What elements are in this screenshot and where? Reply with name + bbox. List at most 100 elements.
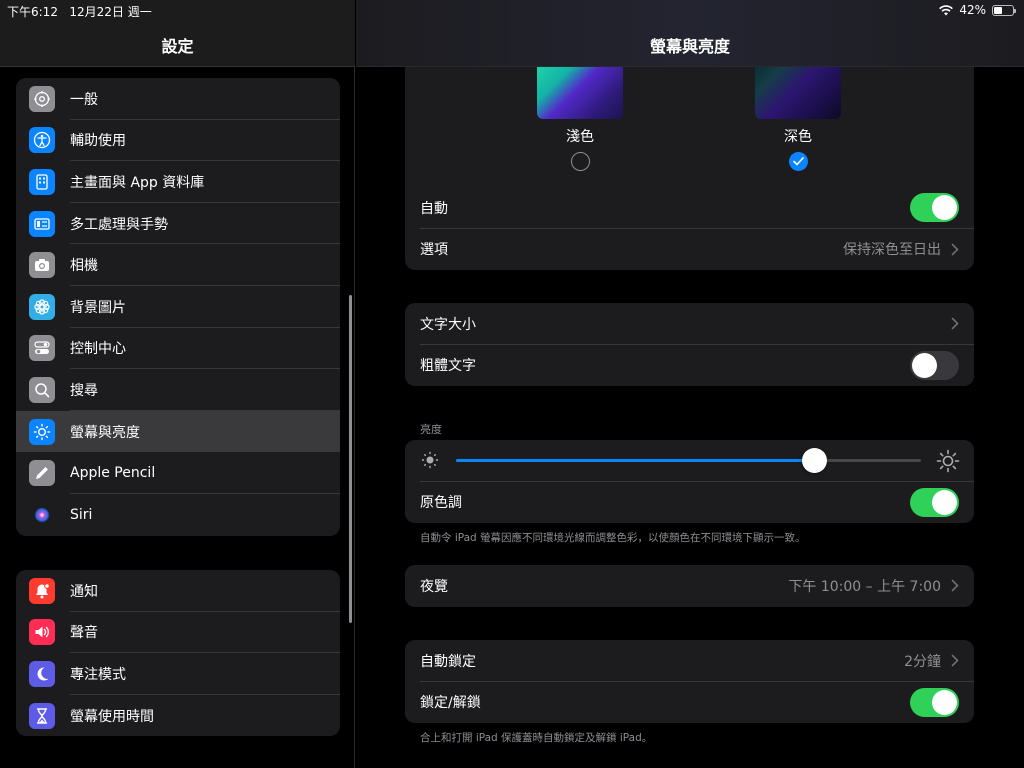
- auto-lock-row[interactable]: 自動鎖定 2分鐘: [405, 640, 974, 682]
- text-size-row[interactable]: 文字大小: [405, 303, 974, 345]
- home-screen-icon: [29, 168, 55, 195]
- auto-appearance-toggle[interactable]: [910, 193, 959, 223]
- sidebar-item-search[interactable]: 搜尋: [16, 369, 340, 411]
- chevron-right-icon: [951, 243, 959, 256]
- status-date: 12月22日 週一: [69, 5, 152, 19]
- battery-icon: [992, 4, 1016, 16]
- sidebar-item-label: 專注模式: [70, 666, 126, 683]
- sidebar: 設定 一般 輔助使用 主畫面與 App 資料庫 多工處理與手勢 相機 背景圖片 控制中心 搜尋…: [0, 0, 355, 768]
- sidebar-item-label: 一般: [70, 91, 98, 108]
- sidebar-item-toggles[interactable]: 控制中心: [16, 328, 340, 370]
- main-pane: 螢幕與亮度 淺色 深色 自動 選項 保持深色至日出 文字大小 粗體文字 亮度 原…: [356, 0, 1024, 768]
- settings-group-general: 一般輔助使用主畫面與 App 資料庫多工處理與手勢 相機背景圖片控制中心 搜尋螢幕與…: [16, 78, 340, 536]
- light-mode-preview[interactable]: [537, 67, 623, 119]
- hourglass-icon-glyph: [36, 707, 48, 724]
- sidebar-scroll-indicator[interactable]: [349, 295, 352, 623]
- sidebar-item-pencil[interactable]: Apple Pencil: [16, 452, 340, 494]
- sidebar-item-label: 螢幕與亮度: [70, 424, 140, 441]
- sidebar-item-camera[interactable]: 相機: [16, 244, 340, 286]
- wifi-icon: [939, 4, 954, 15]
- toggle-knob: [912, 352, 937, 378]
- flower-icon: [29, 293, 55, 320]
- accessibility-icon-glyph: [33, 132, 51, 149]
- speaker-icon-glyph: [35, 626, 49, 638]
- toggles-icon-glyph: [34, 341, 50, 355]
- sidebar-item-siri[interactable]: Siri: [16, 494, 340, 536]
- lock-unlock-toggle[interactable]: [910, 687, 959, 717]
- sidebar-item-home-screen[interactable]: 主畫面與 App 資料庫: [16, 161, 340, 203]
- sidebar-item-label: 通知: [70, 583, 98, 600]
- sidebar-item-gear[interactable]: 一般: [16, 78, 340, 120]
- bold-text-label: 粗體文字: [420, 358, 476, 375]
- bell-icon: [29, 577, 55, 604]
- page-title: 螢幕與亮度: [649, 37, 730, 56]
- toggle-knob: [932, 195, 957, 221]
- lock-unlock-row: 鎖定/解鎖: [405, 682, 974, 724]
- sidebar-item-flower[interactable]: 背景圖片: [16, 286, 340, 328]
- battery-percent: 42%: [959, 3, 986, 17]
- sidebar-item-bell[interactable]: 通知: [16, 570, 340, 612]
- auto-lock-value: 2分鐘: [904, 653, 941, 670]
- bold-text-toggle[interactable]: [910, 350, 959, 380]
- checkmark-icon: [793, 157, 804, 166]
- sidebar-item-speaker[interactable]: 聲音: [16, 612, 340, 654]
- sun-icon-glyph: [33, 423, 51, 440]
- accessibility-icon: [29, 127, 55, 154]
- sidebar-item-moon[interactable]: 專注模式: [16, 653, 340, 695]
- settings-group-notifications: 通知聲音專注模式螢幕使用時間: [16, 570, 340, 737]
- sun-icon: [29, 418, 55, 445]
- status-right: 42%: [939, 3, 1016, 17]
- true-tone-note: 自動令 iPad 螢幕因應不同環境光線而調整色彩，以使顏色在不同環境下顯示一致。: [420, 532, 806, 544]
- sidebar-item-multitasking[interactable]: 多工處理與手勢: [16, 203, 340, 245]
- chevron-right-icon: [951, 654, 959, 667]
- appearance-options-label: 選項: [420, 242, 448, 259]
- brightness-track[interactable]: [456, 448, 921, 473]
- sun-large-icon: [936, 449, 960, 473]
- camera-icon-glyph: [35, 259, 49, 272]
- true-tone-toggle[interactable]: [910, 487, 959, 517]
- bell-icon-glyph: [36, 582, 50, 599]
- night-shift-label: 夜覽: [420, 578, 448, 595]
- chevron-right-icon: [951, 317, 959, 330]
- sidebar-item-accessibility[interactable]: 輔助使用: [16, 120, 340, 162]
- dark-mode-radio[interactable]: [789, 152, 808, 171]
- night-shift-card: 夜覽 下午 10:00 – 上午 7:00: [405, 565, 974, 607]
- sidebar-item-label: 多工處理與手勢: [70, 216, 168, 233]
- brightness-section-label: 亮度: [420, 423, 442, 436]
- text-size-label: 文字大小: [420, 316, 476, 333]
- gear-icon-glyph: [34, 90, 50, 107]
- sidebar-item-hourglass[interactable]: 螢幕使用時間: [16, 695, 340, 737]
- toggle-knob: [932, 489, 957, 515]
- siri-icon: [29, 501, 55, 528]
- auto-appearance-row: 自動: [405, 187, 974, 229]
- pencil-icon: [29, 460, 55, 487]
- dark-mode-preview[interactable]: [755, 67, 841, 119]
- moon-icon: [29, 660, 55, 687]
- search-icon-glyph: [35, 383, 50, 398]
- sidebar-item-label: 螢幕使用時間: [70, 708, 154, 725]
- appearance-options-card: 自動 選項 保持深色至日出: [405, 187, 974, 271]
- sun-small-icon: [421, 451, 439, 469]
- true-tone-label: 原色調: [420, 495, 462, 512]
- multitasking-icon-glyph: [34, 217, 50, 230]
- appearance-options-row[interactable]: 選項 保持深色至日出: [405, 229, 974, 271]
- light-mode-label: 淺色: [566, 129, 594, 145]
- light-mode-radio[interactable]: [571, 152, 590, 171]
- auto-lock-label: 自動鎖定: [420, 653, 476, 670]
- gear-icon: [29, 85, 55, 112]
- status-time: 下午6:12 12月22日 週一: [7, 5, 152, 19]
- home-screen-icon-glyph: [36, 174, 48, 190]
- sidebar-item-label: 輔助使用: [70, 133, 126, 150]
- auto-lock-card: 自動鎖定 2分鐘 鎖定/解鎖: [405, 640, 974, 724]
- toggle-knob: [932, 689, 957, 715]
- sidebar-item-label: 背景圖片: [70, 299, 126, 316]
- brightness-thumb[interactable]: [802, 448, 828, 473]
- sidebar-item-label: 相機: [70, 258, 98, 275]
- multitasking-icon: [29, 210, 55, 237]
- night-shift-row[interactable]: 夜覽 下午 10:00 – 上午 7:00: [405, 565, 974, 607]
- battery-fill: [994, 6, 1002, 14]
- speaker-icon: [29, 619, 55, 646]
- true-tone-row: 原色調: [405, 482, 974, 524]
- sidebar-item-label: 聲音: [70, 625, 98, 642]
- sidebar-item-sun[interactable]: 螢幕與亮度: [16, 410, 340, 453]
